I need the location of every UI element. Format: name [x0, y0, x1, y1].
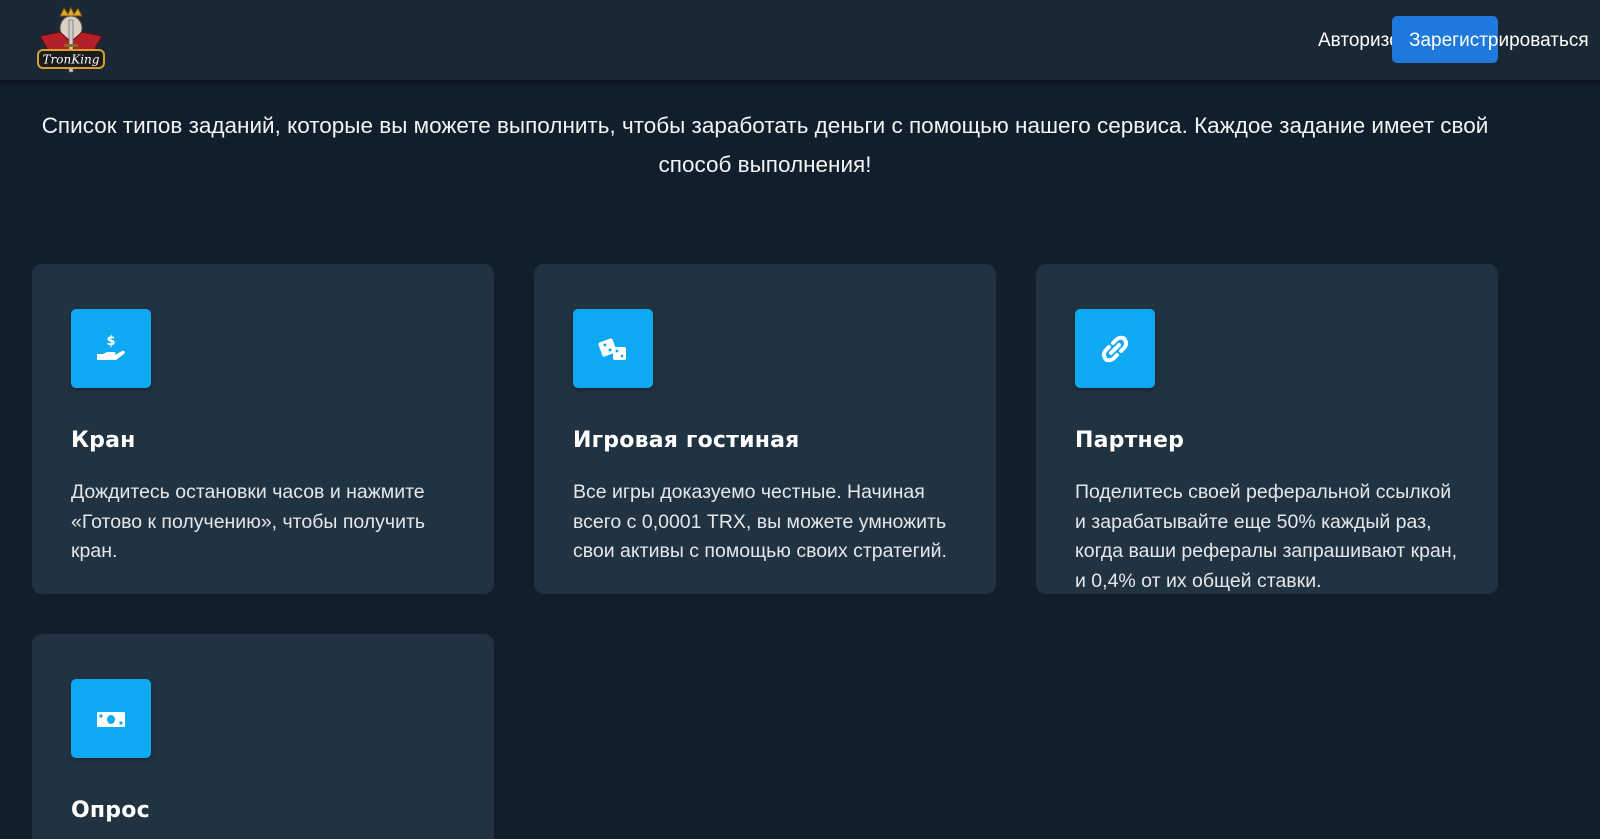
card-description: Поделитесь своей реферальной ссылкой и з… [1075, 481, 1458, 592]
task-card-games: Игровая гостиная Все игры доказуемо чест… [534, 264, 996, 594]
card-icon-box: $ [71, 309, 151, 388]
card-description: Все игры доказуемо честные. Начиная всег… [573, 481, 947, 562]
task-card-survey: Опрос [32, 634, 494, 839]
logo-emblem: TronKing [37, 6, 105, 73]
card-icon-box [1075, 309, 1155, 388]
dice-icon [598, 337, 626, 360]
register-button-label[interactable]: Зарегистрироваться [1409, 30, 1589, 52]
intro-text: Список типов заданий, которые вы можете … [41, 113, 1489, 177]
svg-text:$: $ [106, 334, 115, 349]
money-bill-icon [97, 711, 125, 727]
card-title: Опрос [71, 798, 150, 823]
logo-text: TronKing [43, 53, 100, 67]
top-header: TronKing Авторизоваться Зарегистрировать… [0, 0, 1600, 80]
task-card-faucet: $ Кран Дождитесь остановки часов и нажми… [32, 264, 494, 594]
card-description: Дождитесь остановки часов и нажмите «Гот… [71, 481, 426, 562]
link-icon [1101, 335, 1129, 362]
tronking-logo[interactable]: TronKing [30, 6, 112, 76]
card-title: Партнер [1075, 428, 1185, 453]
hand-dollar-icon: $ [97, 334, 125, 360]
card-icon-box [71, 679, 151, 758]
card-icon-box [573, 309, 653, 388]
card-title: Игровая гостиная [573, 428, 800, 453]
task-card-partner: Партнер Поделитесь своей реферальной ссы… [1036, 264, 1498, 594]
card-title: Кран [71, 428, 136, 453]
